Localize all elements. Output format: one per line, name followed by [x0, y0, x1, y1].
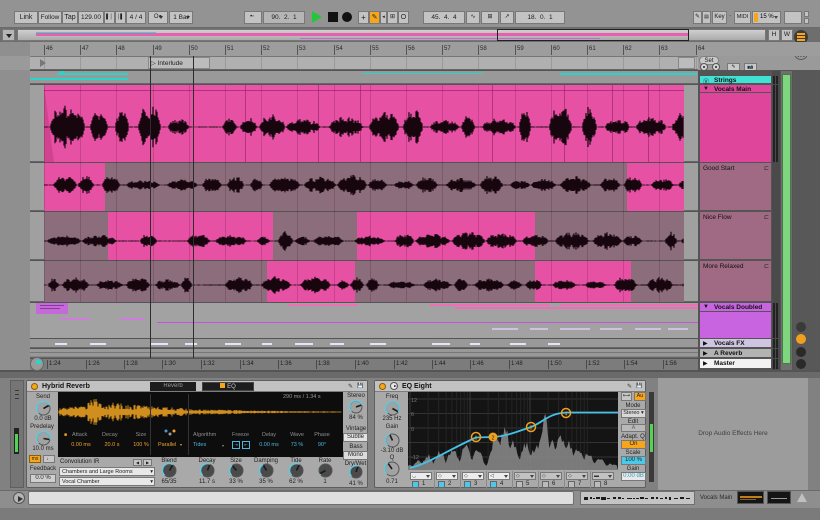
svg-text:12: 12: [411, 398, 417, 404]
svg-text:1k: 1k: [527, 462, 533, 468]
svg-text:100: 100: [463, 462, 472, 468]
svg-text:4: 4: [565, 412, 568, 418]
svg-text:10k: 10k: [586, 462, 595, 468]
svg-text:1: 1: [475, 436, 478, 442]
svg-text:6: 6: [411, 412, 414, 418]
svg-text:2: 2: [492, 436, 495, 442]
svg-text:-12: -12: [411, 455, 419, 461]
svg-text:3: 3: [530, 426, 533, 432]
svg-text:0: 0: [411, 427, 414, 433]
